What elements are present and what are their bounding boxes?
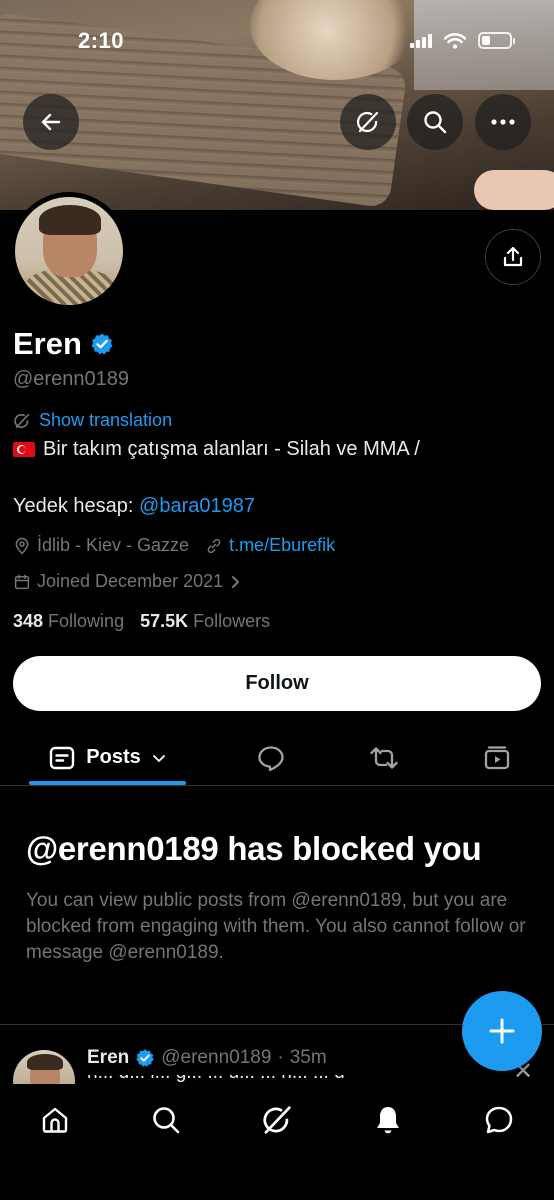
following-label: Following [48,611,125,631]
bio-backup-prefix: Yedek hesap: [13,495,140,517]
more-icon [491,119,515,125]
compose-button[interactable] [462,991,542,1071]
followers-label: Followers [193,611,271,631]
search-button[interactable] [407,94,463,150]
link-icon [207,538,221,553]
tabs-divider [0,785,554,786]
back-arrow-icon [41,113,61,131]
profile-avatar[interactable] [10,192,128,310]
profile-location: İdlib - Kiev - Gazze [37,535,190,555]
battery-icon [478,32,515,49]
verified-badge-icon [136,1049,154,1067]
post-separator: · [277,1047,284,1068]
profile-bio-line1: Bir takım çatışma alanları - Silah ve MM… [13,438,420,461]
turkey-flag-icon [13,442,35,457]
profile-joined-row[interactable]: Joined December 2021 [13,571,243,592]
profile-handle: @erenn0189 [13,368,129,390]
post-header: Eren @erenn0189 · 35m [87,1047,327,1069]
status-bar: 2:10 [0,26,554,60]
bio-text: Bir takım çatışma alanları - Silah ve MM… [43,438,420,460]
grok-icon [263,1106,291,1134]
post-time: 35m [289,1047,327,1068]
nav-search[interactable] [146,1100,186,1140]
location-icon [15,537,29,555]
search-icon [153,1107,180,1134]
nav-messages[interactable] [479,1100,519,1140]
grok-icon [356,111,379,133]
grok-button[interactable] [340,94,396,150]
show-translation-label: Show translation [39,410,173,430]
show-translation-link[interactable]: Show translation [13,410,172,431]
profile-website-link[interactable]: t.me/Eburefik [229,535,335,556]
following-count: 348 [13,611,44,631]
cellular-signal-icon [410,33,432,48]
blocked-message: You can view public posts from @erenn018… [26,890,526,963]
nav-grok[interactable] [257,1100,297,1140]
profile-name: Eren [13,326,82,361]
chevron-right-icon [232,575,240,588]
bio-mention-link[interactable]: @bara01987 [139,495,255,517]
profile-tabs: Posts [0,730,554,785]
followers-stat[interactable]: 57.5K Followers [140,611,270,632]
posts-icon [50,746,75,769]
share-button[interactable] [485,229,541,285]
translate-icon [14,413,30,428]
post-snippet-text: n... d... l... ğ... ... ü... ... h... ..… [87,1075,507,1084]
followers-count: 57.5K [140,611,189,631]
nav-notifications[interactable] [368,1100,408,1140]
chevron-down-icon [152,754,165,762]
more-button[interactable] [475,94,531,150]
profile-name-row: Eren [13,326,114,362]
post-author-handle: @erenn0189 [161,1047,272,1068]
messages-icon [485,1106,513,1134]
bottom-navigation [0,1084,554,1200]
blocked-title: @erenn0189 has blocked you [26,830,482,867]
tab-posts[interactable]: Posts [29,730,186,785]
notifications-icon [377,1107,399,1134]
media-icon [484,745,510,769]
follow-button[interactable]: Follow [13,656,541,711]
reposts-icon [370,746,398,769]
home-icon [42,1107,68,1133]
tab-media[interactable] [476,730,518,785]
calendar-icon [14,574,30,589]
nav-home[interactable] [35,1100,75,1140]
plus-icon [489,1018,515,1044]
wifi-icon [444,32,466,49]
follow-counts: 348 Following 57.5K Followers [13,611,270,632]
following-stat[interactable]: 348 Following [13,611,124,632]
share-icon [503,246,523,267]
home-indicator [205,1186,349,1191]
verified-badge-icon[interactable] [90,332,114,356]
search-icon [424,111,447,134]
profile-bio-line2: Yedek hesap: @bara01987 [13,495,255,518]
tab-posts-label: Posts [86,746,141,768]
post-author-name[interactable]: Eren [87,1047,129,1069]
replies-icon [258,745,284,771]
post-text-preview[interactable]: n... d... l... ğ... ... ü... ... h... ..… [87,1075,507,1084]
tab-replies[interactable] [250,730,292,785]
profile-joined-date: Joined December 2021 [37,571,224,591]
tab-reposts[interactable] [363,730,405,785]
status-time: 2:10 [78,28,125,53]
back-button[interactable] [23,94,79,150]
profile-meta-row: İdlib - Kiev - Gazze t.me/Eburefik [13,535,335,556]
